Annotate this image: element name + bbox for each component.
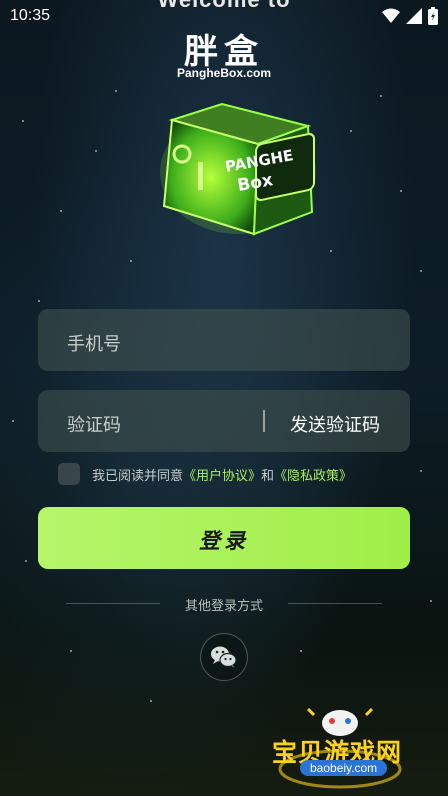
divider-line-right (288, 603, 382, 604)
privacy-policy-link[interactable]: 《隐私政策》 (274, 465, 352, 484)
agreement-and: 和 (261, 467, 275, 483)
wifi-icon (382, 8, 400, 23)
signal-icon (406, 8, 422, 24)
phone-placeholder: 手机号 (67, 334, 121, 354)
watermark-text-en: baobeiy.com (300, 760, 388, 776)
code-placeholder: 验证码 (67, 415, 121, 435)
agreement-row: 我已阅读并同意 《用户协议》 和 《隐私政策》 (58, 462, 352, 486)
login-label: 登录 (199, 530, 249, 553)
user-agreement-link[interactable]: 《用户协议》 (183, 465, 261, 484)
agreement-checkbox[interactable] (58, 463, 80, 485)
login-button[interactable]: 登录 (38, 507, 410, 569)
battery-icon (428, 7, 438, 25)
wechat-icon (211, 646, 237, 668)
other-login-label: 其他登录方式 (184, 598, 263, 613)
phone-input[interactable]: 手机号 (38, 309, 410, 371)
watermark-logo: 宝贝游戏网 baobeiy.com (268, 703, 438, 791)
other-login-divider: 其他登录方式 (0, 595, 448, 613)
agreement-prefix: 我已阅读并同意 (92, 467, 184, 483)
send-code-button[interactable]: 发送验证码 (290, 411, 380, 437)
verification-code-input[interactable]: 验证码 发送验证码 (38, 390, 410, 452)
status-time: 10:35 (10, 7, 51, 24)
pangheBox-cube-illustration: PANGHE Box (160, 102, 316, 236)
app-logo-domain: PangheBox.com (176, 66, 272, 80)
status-icons (382, 7, 438, 25)
wechat-login-button[interactable] (200, 633, 248, 681)
field-divider (263, 410, 265, 432)
